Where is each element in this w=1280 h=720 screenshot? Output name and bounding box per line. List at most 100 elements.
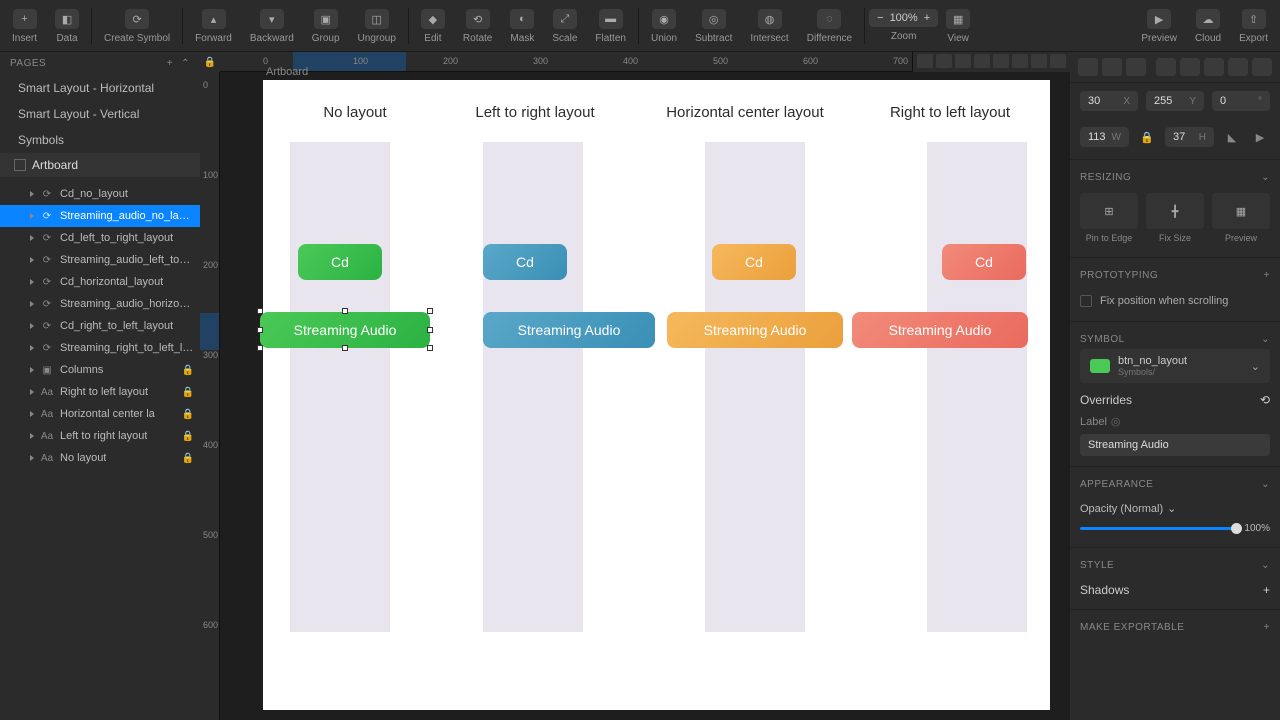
align-bottom-button[interactable] — [1204, 58, 1224, 76]
canvas-area[interactable]: 🔒 0100200300400500600700800 010020030040… — [200, 52, 1070, 720]
group-button[interactable]: ▣Group — [304, 5, 348, 46]
cd-button[interactable]: Cd — [942, 244, 1026, 280]
layer-row[interactable]: ⟳Cd_horizontal_layout — [0, 271, 200, 293]
handle-ne[interactable] — [427, 308, 433, 314]
rotation-field[interactable]: 0° — [1212, 91, 1270, 111]
handle-se[interactable] — [427, 345, 433, 351]
zoom-plus-icon[interactable]: + — [924, 12, 930, 24]
lock-ratio-icon[interactable]: 🔒 — [1137, 127, 1157, 147]
view-opt-4[interactable] — [974, 54, 990, 68]
page-item[interactable]: Smart Layout - Horizontal — [0, 75, 200, 101]
x-field[interactable]: 30X — [1080, 91, 1138, 111]
zoom-minus-icon[interactable]: − — [877, 12, 883, 24]
view-opt-8[interactable] — [1050, 54, 1066, 68]
add-prototype-icon[interactable]: + — [1264, 270, 1270, 281]
distribute-v-button[interactable] — [1252, 58, 1272, 76]
align-left-button[interactable] — [1078, 58, 1098, 76]
layer-row[interactable]: ⟳Streamiing_audio_no_layout — [0, 205, 200, 227]
view-button[interactable]: ▦View — [938, 5, 978, 46]
backward-button[interactable]: ▾Backward — [242, 5, 302, 46]
lock-icon[interactable]: 🔒 — [182, 431, 194, 442]
disclosure-icon[interactable] — [30, 235, 34, 241]
scale-button[interactable]: ⤢Scale — [544, 5, 585, 46]
data-button[interactable]: ◧Data — [47, 5, 87, 46]
layer-row[interactable]: ⟳Streaming_audio_horizontal_l... — [0, 293, 200, 315]
layer-row[interactable]: AaHorizontal center la🔒 — [0, 403, 200, 425]
chevron-down-icon[interactable]: ⌄ — [1261, 479, 1270, 490]
artboard-row[interactable]: Artboard — [0, 153, 200, 177]
mask-button[interactable]: ◐Mask — [502, 5, 542, 46]
resize-preview-control[interactable]: ▦Preview — [1212, 193, 1270, 243]
chevron-down-icon[interactable]: ⌄ — [1261, 334, 1270, 345]
lock-icon[interactable]: 🔒 — [182, 387, 194, 398]
w-field[interactable]: 113W — [1080, 127, 1129, 147]
handle-n[interactable] — [342, 308, 348, 314]
forward-button[interactable]: ▴Forward — [187, 5, 240, 46]
disclosure-icon[interactable] — [30, 191, 34, 197]
add-shadow-icon[interactable]: + — [1263, 583, 1270, 597]
layer-row[interactable]: AaNo layout🔒 — [0, 447, 200, 469]
streaming-button[interactable]: Streaming Audio — [852, 312, 1028, 348]
chevron-down-icon[interactable]: ⌄ — [1251, 360, 1260, 373]
lock-icon[interactable]: 🔒 — [182, 365, 194, 376]
view-opt-5[interactable] — [993, 54, 1009, 68]
artboard-checkbox[interactable] — [14, 159, 26, 171]
disclosure-icon[interactable] — [30, 213, 34, 219]
chevron-down-icon[interactable]: ⌄ — [1261, 172, 1270, 183]
vertical-ruler[interactable]: 0100200300400500600 — [200, 72, 220, 720]
disclosure-icon[interactable] — [30, 455, 34, 461]
opacity-slider[interactable]: 100% — [1080, 521, 1270, 535]
handle-nw[interactable] — [257, 308, 263, 314]
rotate-button[interactable]: ⟲Rotate — [455, 5, 500, 46]
artboard-label[interactable]: Artboard — [266, 66, 308, 78]
reset-overrides-icon[interactable]: ⟲ — [1260, 393, 1270, 407]
handle-sw[interactable] — [257, 345, 263, 351]
align-center-v-button[interactable] — [1180, 58, 1200, 76]
symbol-selector[interactable]: btn_no_layoutSymbols/ ⌄ — [1080, 349, 1270, 383]
edit-button[interactable]: ◆Edit — [413, 5, 453, 46]
union-button[interactable]: ◉Union — [643, 5, 685, 46]
handle-w[interactable] — [257, 327, 263, 333]
disclosure-icon[interactable] — [30, 279, 34, 285]
flatten-button[interactable]: ▬Flatten — [587, 5, 634, 46]
pin-edge-control[interactable]: ⊞Pin to Edge — [1080, 193, 1138, 243]
page-item[interactable]: Symbols — [0, 127, 200, 153]
disclosure-icon[interactable] — [30, 301, 34, 307]
layer-row[interactable]: ▣Columns🔒 — [0, 359, 200, 381]
disclosure-icon[interactable] — [30, 411, 34, 417]
disclosure-icon[interactable] — [30, 323, 34, 329]
disclosure-icon[interactable] — [30, 389, 34, 395]
align-right-button[interactable] — [1126, 58, 1146, 76]
override-value-field[interactable]: Streaming Audio — [1080, 434, 1270, 456]
ungroup-button[interactable]: ◫Ungroup — [350, 5, 404, 46]
subtract-button[interactable]: ◎Subtract — [687, 5, 740, 46]
fix-position-checkbox[interactable] — [1080, 295, 1092, 307]
view-opt-2[interactable] — [936, 54, 952, 68]
page-item[interactable]: Smart Layout - Vertical — [0, 101, 200, 127]
distribute-h-button[interactable] — [1228, 58, 1248, 76]
ruler-corner[interactable]: 🔒 — [200, 52, 220, 72]
disclosure-icon[interactable] — [30, 367, 34, 373]
layer-row[interactable]: ⟳Cd_right_to_left_layout — [0, 315, 200, 337]
align-top-button[interactable] — [1156, 58, 1176, 76]
insert-button[interactable]: +Insert — [4, 5, 45, 46]
export-button[interactable]: ⇧Export — [1231, 5, 1276, 46]
align-center-h-button[interactable] — [1102, 58, 1122, 76]
add-page-icon[interactable]: + — [167, 58, 173, 69]
cd-button[interactable]: Cd — [483, 244, 567, 280]
flip-h-icon[interactable]: ◣ — [1222, 127, 1242, 147]
handle-e[interactable] — [427, 327, 433, 333]
chevron-down-icon[interactable]: ⌄ — [1261, 560, 1270, 571]
layer-row[interactable]: ⟳Streaming_audio_left_to_righ... — [0, 249, 200, 271]
preview-button[interactable]: ▶Preview — [1133, 5, 1185, 46]
difference-button[interactable]: ◌Difference — [799, 5, 860, 46]
dropdown-icon[interactable]: ⌄ — [1167, 502, 1176, 515]
disclosure-icon[interactable] — [30, 257, 34, 263]
y-field[interactable]: 255Y — [1146, 91, 1204, 111]
view-opt-7[interactable] — [1031, 54, 1047, 68]
view-opt-3[interactable] — [955, 54, 971, 68]
cloud-button[interactable]: ☁Cloud — [1187, 5, 1229, 46]
view-opt-1[interactable] — [917, 54, 933, 68]
streaming-button[interactable]: Streaming Audio — [483, 312, 655, 348]
create-symbol-button[interactable]: ⟳Create Symbol — [96, 5, 178, 46]
